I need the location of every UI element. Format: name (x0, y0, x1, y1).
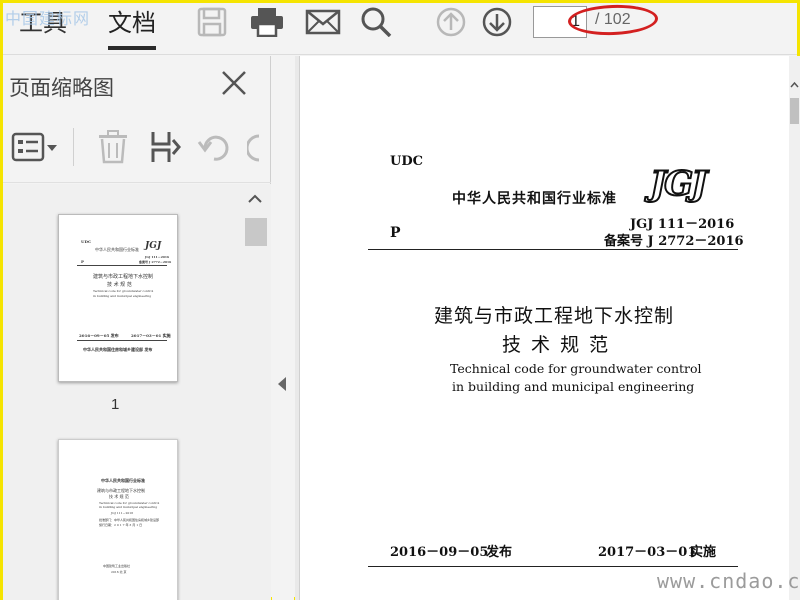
extract-page-icon[interactable] (147, 130, 181, 164)
sidebar-scrollbar[interactable] (243, 188, 267, 600)
page-up-icon[interactable] (433, 7, 469, 37)
close-icon[interactable] (219, 68, 249, 98)
toolbar-divider (73, 128, 74, 166)
thumb-issue: 2016－09－05 发布 (79, 333, 119, 338)
thumbnail-page-number: 1 (111, 396, 120, 413)
thumb-record: 备案号 J 2772－2016 (139, 260, 172, 264)
page-thumbnail-2[interactable]: 中华人民共和国行业标准 建筑与市政工程地下水控制 技 术 规 范 Technic… (58, 439, 178, 600)
sidebar-separator (3, 182, 271, 183)
print-icon[interactable] (249, 7, 285, 38)
doc-impl-label: 实施 (690, 545, 717, 560)
thumb2-title2: 技 术 规 范 (109, 494, 129, 499)
rotate-right-icon[interactable] (247, 132, 261, 164)
sidebar-collapse-strip[interactable] (272, 56, 294, 600)
doc-scrollbar-thumb[interactable] (790, 98, 799, 124)
search-icon[interactable] (359, 7, 395, 38)
thumbnail-sidebar: 页面缩略图 UDC 中华人民共和国行业标准 JGJ P JGJ 111－2016 (3, 56, 271, 600)
save-icon[interactable] (195, 7, 231, 37)
scrollbar-thumb[interactable] (245, 218, 267, 246)
thumb-p: P (81, 259, 85, 264)
thumbnail-list: UDC 中华人民共和国行业标准 JGJ P JGJ 111－2016 备案号 J… (3, 184, 271, 600)
delete-page-icon[interactable] (97, 130, 129, 164)
thumb-rule-bottom (77, 340, 167, 341)
tab-document[interactable]: 文档 (108, 8, 156, 50)
tab-document-label: 文档 (108, 9, 156, 37)
collapse-left-icon[interactable] (277, 376, 287, 392)
sidebar-toolbar (3, 118, 271, 174)
doc-issue-label: 发布 (486, 545, 513, 560)
sidebar-title: 页面缩略图 (9, 76, 114, 100)
document-page[interactable]: UDC 中华人民共和国行业标准 JGJ P JGJ 111－2016 备案号 J… (299, 56, 789, 600)
site-watermark-bottom: www.cndao.com (657, 569, 800, 593)
tab-tools[interactable]: 工具 (19, 8, 67, 48)
doc-top-rule (368, 249, 738, 250)
thumb2-code: JGJ 111－2016 (111, 511, 134, 515)
thumb-org: 中华人民共和国行业标准 (95, 247, 139, 252)
thumb-en2: in building and municipal engineering (93, 294, 152, 298)
thumb-logo: JGJ (145, 241, 162, 251)
page-thumbnail-1[interactable]: UDC 中华人民共和国行业标准 JGJ P JGJ 111－2016 备案号 J… (58, 214, 178, 382)
thumb2-en2: in building and municipal engineering (99, 505, 158, 509)
doc-bottom-rule (368, 566, 738, 567)
thumb2-city: 2016 北 京 (111, 570, 127, 574)
doc-title-en-1: Technical code for groundwater control (450, 361, 702, 376)
rotate-left-icon[interactable] (197, 132, 231, 164)
thumb-udc: UDC (81, 239, 92, 244)
doc-p: P (390, 225, 401, 241)
thumbnail-options-icon[interactable] (11, 132, 59, 162)
doc-issue-date: 2016－09－05 (390, 545, 489, 560)
jgj-logo: JGJ (649, 163, 708, 205)
doc-record: 备案号 J 2772－2016 (604, 234, 744, 249)
doc-title-cn-1: 建筑与市政工程地下水控制 (434, 305, 675, 327)
thumb-rule (77, 265, 167, 266)
thumb2-date: 施行日期：2 0 1 7 年 3 月 1 日 (99, 523, 143, 527)
page-down-icon[interactable] (479, 7, 515, 37)
thumb-en1: Technical code for groundwater control (93, 289, 154, 293)
thumb-publisher: 中华人民共和国住房和城乡建设部 发布 (83, 347, 153, 352)
doc-org: 中华人民共和国行业标准 (452, 191, 617, 207)
doc-title-en-2: in building and municipal engineering (452, 379, 695, 394)
doc-impl-date: 2017－03－01 (598, 545, 697, 560)
doc-title-cn-2: 技 术 规 范 (502, 334, 611, 356)
document-viewer: UDC 中华人民共和国行业标准 JGJ P JGJ 111－2016 备案号 J… (295, 56, 789, 600)
active-tab-underline (108, 46, 156, 50)
thumb2-dept: 批准部门：中华人民共和国住房和城乡建设部 (99, 518, 160, 522)
mail-icon[interactable] (305, 7, 341, 37)
doc-udc: UDC (390, 154, 423, 169)
top-toolbar: 工具 文档 1 / 102 (3, 3, 797, 55)
scroll-up-icon[interactable] (243, 188, 267, 210)
doc-scroll-up-icon[interactable] (789, 76, 800, 88)
document-scrollbar[interactable] (789, 56, 800, 600)
thumb2-press: 中国建筑工业出版社 (103, 564, 131, 568)
thumb-title1: 建筑与市政工程地下水控制 (93, 274, 154, 280)
thumb2-org: 中华人民共和国行业标准 (101, 478, 145, 483)
thumb-impl: 2017－03－01 实施 (131, 333, 171, 338)
thumb-code: JGJ 111－2016 (145, 255, 170, 259)
thumb-title2: 技 术 规 范 (107, 282, 132, 288)
